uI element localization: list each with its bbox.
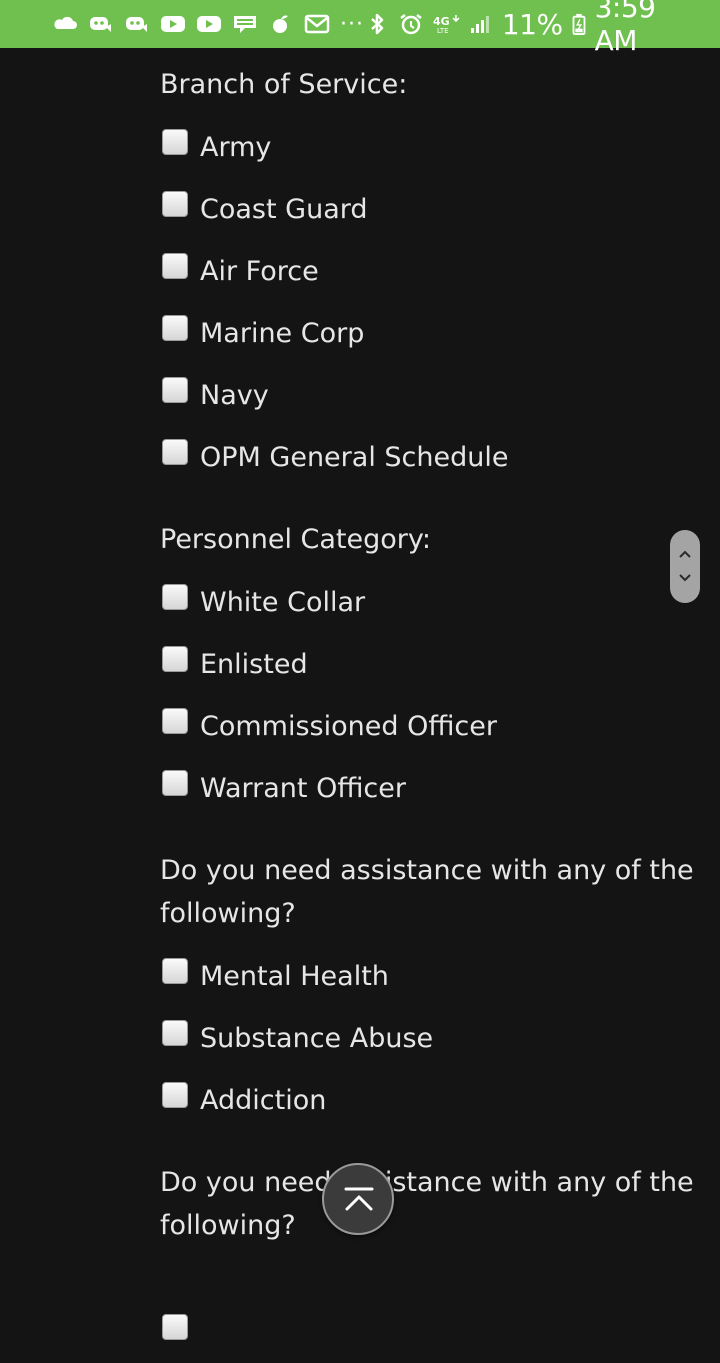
svg-text:LTE: LTE (437, 27, 449, 35)
option-label: Coast Guard (200, 193, 368, 225)
checkbox[interactable] (162, 646, 188, 672)
personnel-category-section: Personnel Category: White Collar Enliste… (160, 518, 705, 802)
option-label: Substance Abuse (200, 1022, 434, 1054)
option-marine-corp[interactable]: Marine Corp (160, 302, 508, 364)
chevron-up-icon (679, 550, 691, 558)
personnel-category-heading: Personnel Category: (160, 524, 432, 555)
gmail-icon (304, 13, 330, 35)
assistance-section: Do you need assistance with any of the f… (160, 849, 705, 1114)
checkbox[interactable] (162, 253, 188, 279)
lte-icon: 4G LTE (432, 13, 460, 35)
option-warrant-officer[interactable]: Warrant Officer (160, 757, 497, 819)
checkbox[interactable] (162, 315, 188, 341)
option-label: Mental Health (200, 960, 389, 992)
option-label: Addiction (200, 1084, 327, 1116)
option-opm-general-schedule[interactable]: OPM General Schedule (160, 426, 508, 488)
option-white-collar[interactable]: White Collar (160, 571, 497, 633)
scroll-to-top-button[interactable] (322, 1163, 394, 1235)
arrow-up-to-top-icon (344, 1187, 374, 1211)
option-partial[interactable] (160, 1301, 200, 1363)
youtube-icon (160, 13, 186, 35)
option-coast-guard[interactable]: Coast Guard (160, 178, 508, 240)
assistance-section-2: Do you need assistance with any of the f… (160, 1161, 705, 1340)
status-bar: ··· 4G LTE 11% 3:59 AM (0, 0, 720, 57)
checkbox[interactable] (162, 191, 188, 217)
option-label: Commissioned Officer (200, 710, 497, 742)
signal-icon (468, 13, 494, 35)
personnel-options: White Collar Enlisted Commissioned Offic… (160, 571, 497, 819)
scroll-thumb[interactable] (670, 530, 700, 603)
checkbox[interactable] (162, 958, 188, 984)
battery-percentage: 11% (501, 7, 563, 41)
option-mental-health[interactable]: Mental Health (160, 945, 433, 1007)
option-addiction[interactable]: Addiction (160, 1069, 433, 1131)
option-enlisted[interactable]: Enlisted (160, 633, 497, 695)
notification-icons: ··· (52, 12, 364, 37)
checkbox[interactable] (162, 1314, 188, 1340)
checkbox[interactable] (162, 129, 188, 155)
option-label: White Collar (200, 586, 366, 618)
chevron-down-icon (679, 574, 691, 582)
assistance-heading: Do you need assistance with any of the f… (160, 855, 694, 929)
option-commissioned-officer[interactable]: Commissioned Officer (160, 695, 497, 757)
checkbox[interactable] (162, 1082, 188, 1108)
alarm-icon (398, 13, 424, 35)
option-air-force[interactable]: Air Force (160, 240, 508, 302)
system-icons: 4G LTE 11% 3:59 AM (364, 0, 706, 57)
webtoon-icon (232, 13, 258, 35)
battery-icon (571, 13, 587, 35)
fruit-icon (268, 13, 294, 35)
checkbox[interactable] (162, 770, 188, 796)
option-navy[interactable]: Navy (160, 364, 508, 426)
checkbox[interactable] (162, 377, 188, 403)
assistance-heading-2: Do you need assistance with any of the f… (160, 1167, 694, 1241)
branch-of-service-heading: Branch of Service: (160, 69, 408, 100)
option-label: Navy (200, 379, 269, 411)
clock: 3:59 AM (594, 0, 656, 57)
youtube-icon (196, 13, 222, 35)
bluetooth-icon (364, 13, 390, 35)
discord-icon (124, 13, 150, 35)
checkbox[interactable] (162, 584, 188, 610)
option-label: Air Force (200, 255, 319, 287)
more-notifications-indicator: ··· (340, 11, 364, 37)
assistance-options: Mental Health Substance Abuse Addiction (160, 945, 433, 1131)
branch-options: Army Coast Guard Air Force Marine Corp N… (160, 116, 508, 488)
branch-of-service-section: Branch of Service: Army Coast Guard Air … (160, 63, 705, 471)
checkbox[interactable] (162, 708, 188, 734)
option-substance-abuse[interactable]: Substance Abuse (160, 1007, 433, 1069)
option-label: Enlisted (200, 648, 308, 680)
option-army[interactable]: Army (160, 116, 508, 178)
checkbox[interactable] (162, 1020, 188, 1046)
checkbox[interactable] (162, 439, 188, 465)
option-label: OPM General Schedule (200, 441, 509, 473)
option-label: Army (200, 131, 272, 163)
discord-icon (88, 13, 114, 35)
option-label: Marine Corp (200, 317, 365, 349)
option-label: Warrant Officer (200, 772, 406, 804)
cloud-icon (52, 13, 78, 35)
